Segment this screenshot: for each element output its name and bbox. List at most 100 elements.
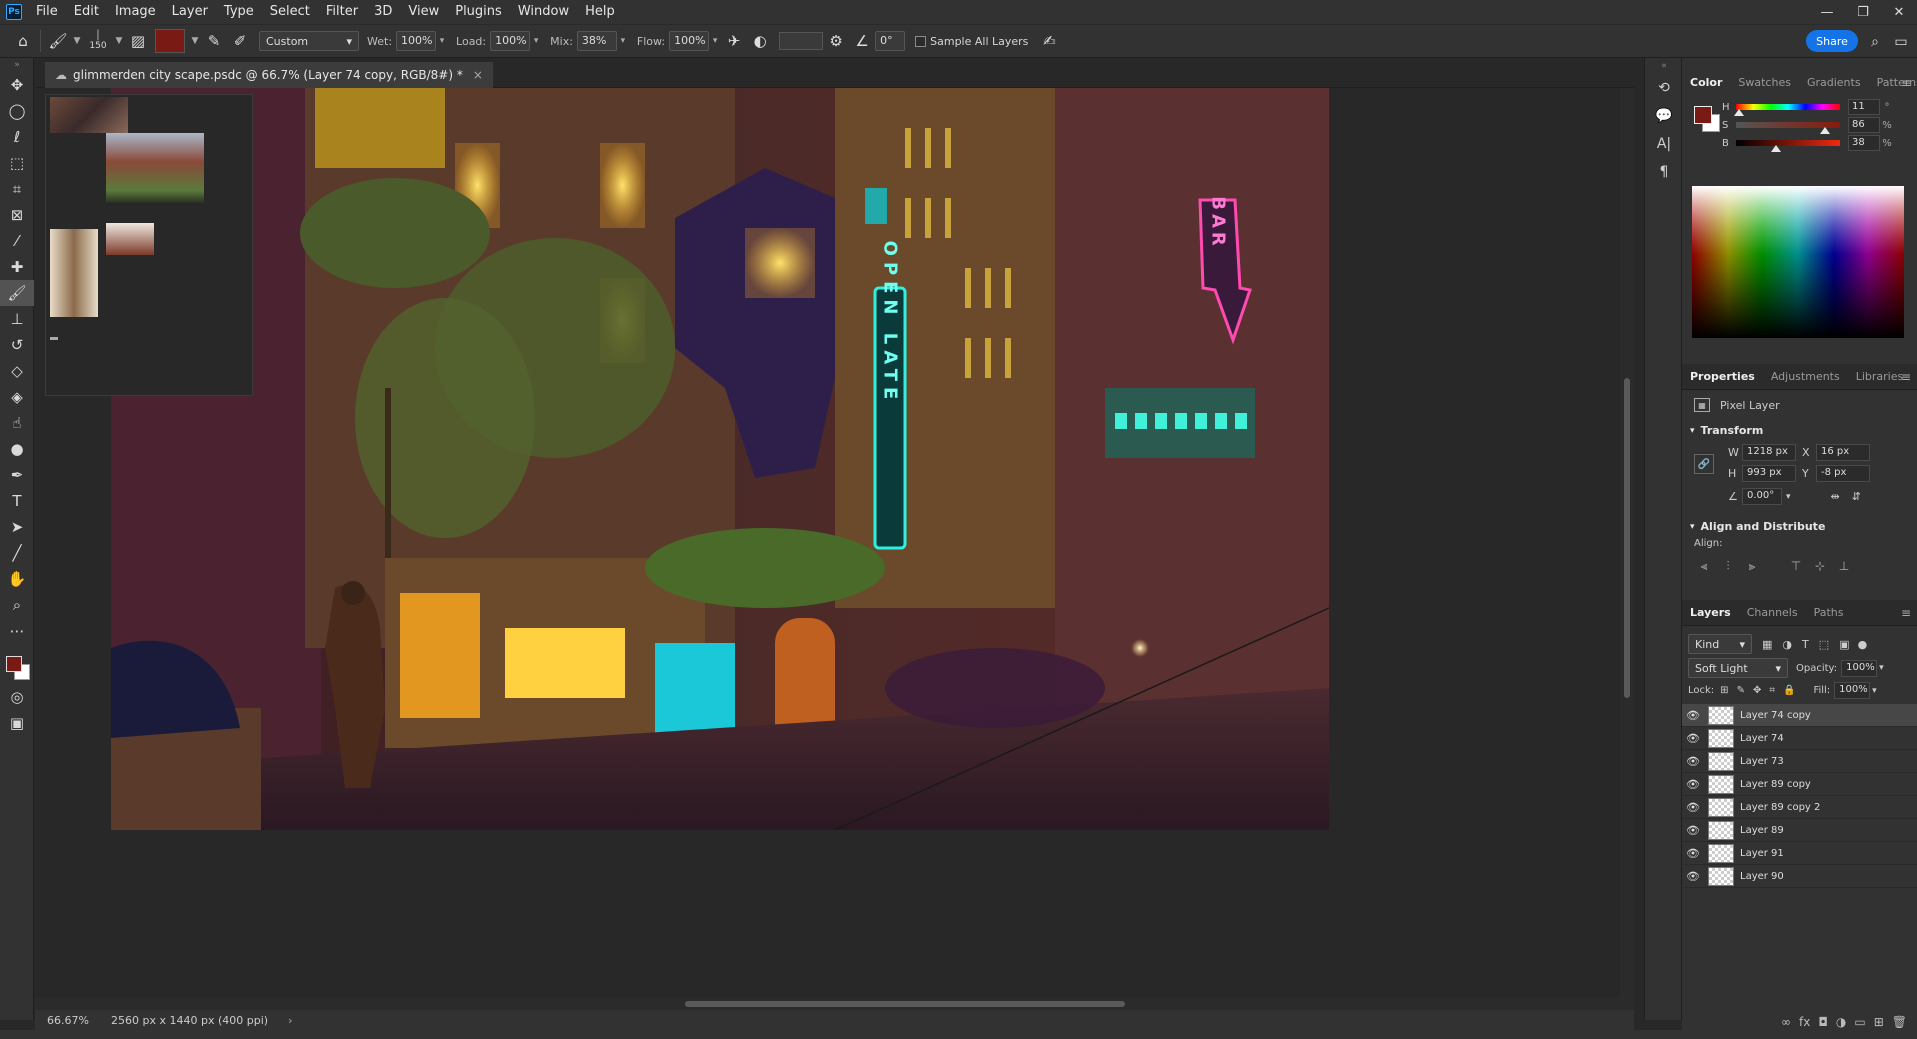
hue-slider[interactable] [1734,104,1840,116]
reference-image-thumbnail[interactable] [106,133,204,205]
panel-menu-icon[interactable]: ≡ [1901,370,1911,384]
y-input[interactable]: -8 px [1816,465,1870,482]
visibility-eye-icon[interactable]: 👁 [1682,732,1704,745]
healing-brush-tool-icon[interactable]: ✚ [0,254,34,280]
menu-image[interactable]: Image [107,0,164,24]
minimize-button[interactable]: — [1809,0,1845,24]
visibility-eye-icon[interactable]: 👁 [1682,847,1704,860]
align-right-icon[interactable]: ⫸ [1740,556,1764,576]
chevron-down-icon[interactable]: ▼ [189,36,201,46]
layer-row[interactable]: 👁 Layer 89 [1682,819,1917,842]
saturation-slider[interactable] [1736,122,1840,134]
clean-brush-icon[interactable]: ✐ [227,28,253,54]
tab-swatches[interactable]: Swatches [1730,70,1799,96]
brightness-input[interactable]: 38 [1848,135,1880,151]
mix-input[interactable]: 38% [576,31,617,51]
new-adjustment-icon[interactable]: ◑ [1836,1015,1846,1029]
layer-row[interactable]: 👁 Layer 73 [1682,750,1917,773]
history-icon[interactable]: ⟲ [1645,74,1683,102]
link-layers-icon[interactable]: ∞ [1781,1015,1791,1029]
layer-thumbnail[interactable] [1708,774,1734,794]
pen-tool-icon[interactable]: ✒ [0,462,34,488]
clone-stamp-tool-icon[interactable]: ⊥ [0,306,34,332]
preset-select[interactable]: Custom ▾ [259,31,359,51]
close-window-button[interactable]: ✕ [1881,0,1917,24]
layer-row[interactable]: 👁 Layer 90 [1682,865,1917,888]
dock-collapse-strip[interactable] [1634,58,1644,1020]
filter-shape-icon[interactable]: ⬚ [1819,638,1829,651]
filter-adjustment-icon[interactable]: ◑ [1782,638,1792,651]
menu-edit[interactable]: Edit [66,0,107,24]
home-icon[interactable]: ⌂ [10,28,36,54]
width-input[interactable]: 1218 px [1742,444,1796,461]
type-tool-icon[interactable]: T [0,488,34,514]
tab-adjustments[interactable]: Adjustments [1763,364,1848,390]
hue-input[interactable]: 11 [1848,99,1880,115]
object-selection-tool-icon[interactable]: ⬚ [0,150,34,176]
sample-all-layers-checkbox[interactable] [915,35,927,47]
layer-thumbnail[interactable] [1708,797,1734,817]
lock-position-icon[interactable]: ✥ [1753,685,1761,696]
color-panel-foreground-swatch[interactable] [1694,106,1712,124]
flip-horizontal-icon[interactable]: ⇹ [1831,490,1840,503]
path-selection-tool-icon[interactable]: ➤ [0,514,34,540]
link-dimensions-icon[interactable]: 🔗 [1694,454,1714,474]
menu-file[interactable]: File [28,0,66,24]
layer-name[interactable]: Layer 89 copy [1740,779,1811,790]
brush-settings-icon[interactable]: ▨ [125,28,151,54]
eraser-tool-icon[interactable]: ◇ [0,358,34,384]
load-brush-icon[interactable]: ✎ [201,28,227,54]
layer-thumbnail[interactable] [1708,705,1734,725]
menu-view[interactable]: View [400,0,447,24]
layer-name[interactable]: Layer 89 copy 2 [1740,802,1820,813]
expand-panels-icon[interactable]: « [1645,58,1683,74]
layer-name[interactable]: Layer 89 [1740,825,1784,836]
flow-input[interactable]: 100% [669,31,710,51]
brush-size-preview[interactable]: │ 150 [83,31,113,51]
workspace-icon[interactable]: ▭ [1889,30,1913,54]
history-brush-tool-icon[interactable]: ↺ [0,332,34,358]
filter-pixel-icon[interactable]: ▦ [1762,638,1772,651]
collapse-toolbar-icon[interactable]: » [0,58,34,72]
align-left-icon[interactable]: ⫷ [1692,556,1716,576]
saturation-slider-handle[interactable] [1820,127,1831,134]
angle-input[interactable]: 0° [875,31,906,51]
vertical-scrollbar[interactable] [1620,88,1634,1010]
tab-channels[interactable]: Channels [1739,600,1806,626]
zoom-level[interactable]: 66.67% [35,1014,95,1027]
restore-button[interactable]: ❐ [1845,0,1881,24]
document-tab[interactable]: ☁ glimmerden city scape.psdc @ 66.7% (La… [45,62,493,88]
menu-type[interactable]: Type [216,0,262,24]
chevron-down-icon[interactable]: ▾ [436,36,448,46]
chevron-down-icon[interactable]: ▾ [530,36,542,46]
panel-menu-icon[interactable]: ≡ [1901,606,1911,620]
layer-filter-select[interactable]: Kind ▾ [1688,634,1752,654]
menu-help[interactable]: Help [577,0,623,24]
fx-icon[interactable]: fx [1799,1015,1810,1029]
artwork-canvas[interactable]: OPEN LATE BAR [35,88,1634,1010]
hand-tool-icon[interactable]: ✋ [0,566,34,592]
pressure-icon[interactable]: ✍ [1036,28,1062,54]
saturation-input[interactable]: 86 [1848,117,1880,133]
dodge-tool-icon[interactable]: ● [0,436,34,462]
chevron-down-icon[interactable]: ▼ [71,36,83,46]
crop-tool-icon[interactable]: ⌗ [0,176,34,202]
layer-thumbnail[interactable] [1708,820,1734,840]
height-input[interactable]: 993 px [1742,465,1796,482]
marquee-tool-icon[interactable]: ◯ [0,98,34,124]
smudge-tool-icon[interactable]: ☝ [0,410,34,436]
blend-mode-select[interactable]: Soft Light ▾ [1688,658,1788,678]
line-tool-icon[interactable]: ╱ [0,540,34,566]
opacity-input[interactable]: 100% [1841,659,1878,677]
trash-icon[interactable]: 🗑 [1892,1015,1907,1029]
wet-input[interactable]: 100% [396,31,437,51]
foreground-color-swatch[interactable] [6,656,22,672]
more-tools-icon[interactable]: ⋯ [0,618,34,644]
load-input[interactable]: 100% [490,31,531,51]
layer-name[interactable]: Layer 90 [1740,871,1784,882]
reference-overlay[interactable] [45,94,253,396]
lasso-tool-icon[interactable]: ℓ [0,124,34,150]
menu-filter[interactable]: Filter [318,0,366,24]
frame-tool-icon[interactable]: ⊠ [0,202,34,228]
layer-name[interactable]: Layer 74 [1740,733,1784,744]
